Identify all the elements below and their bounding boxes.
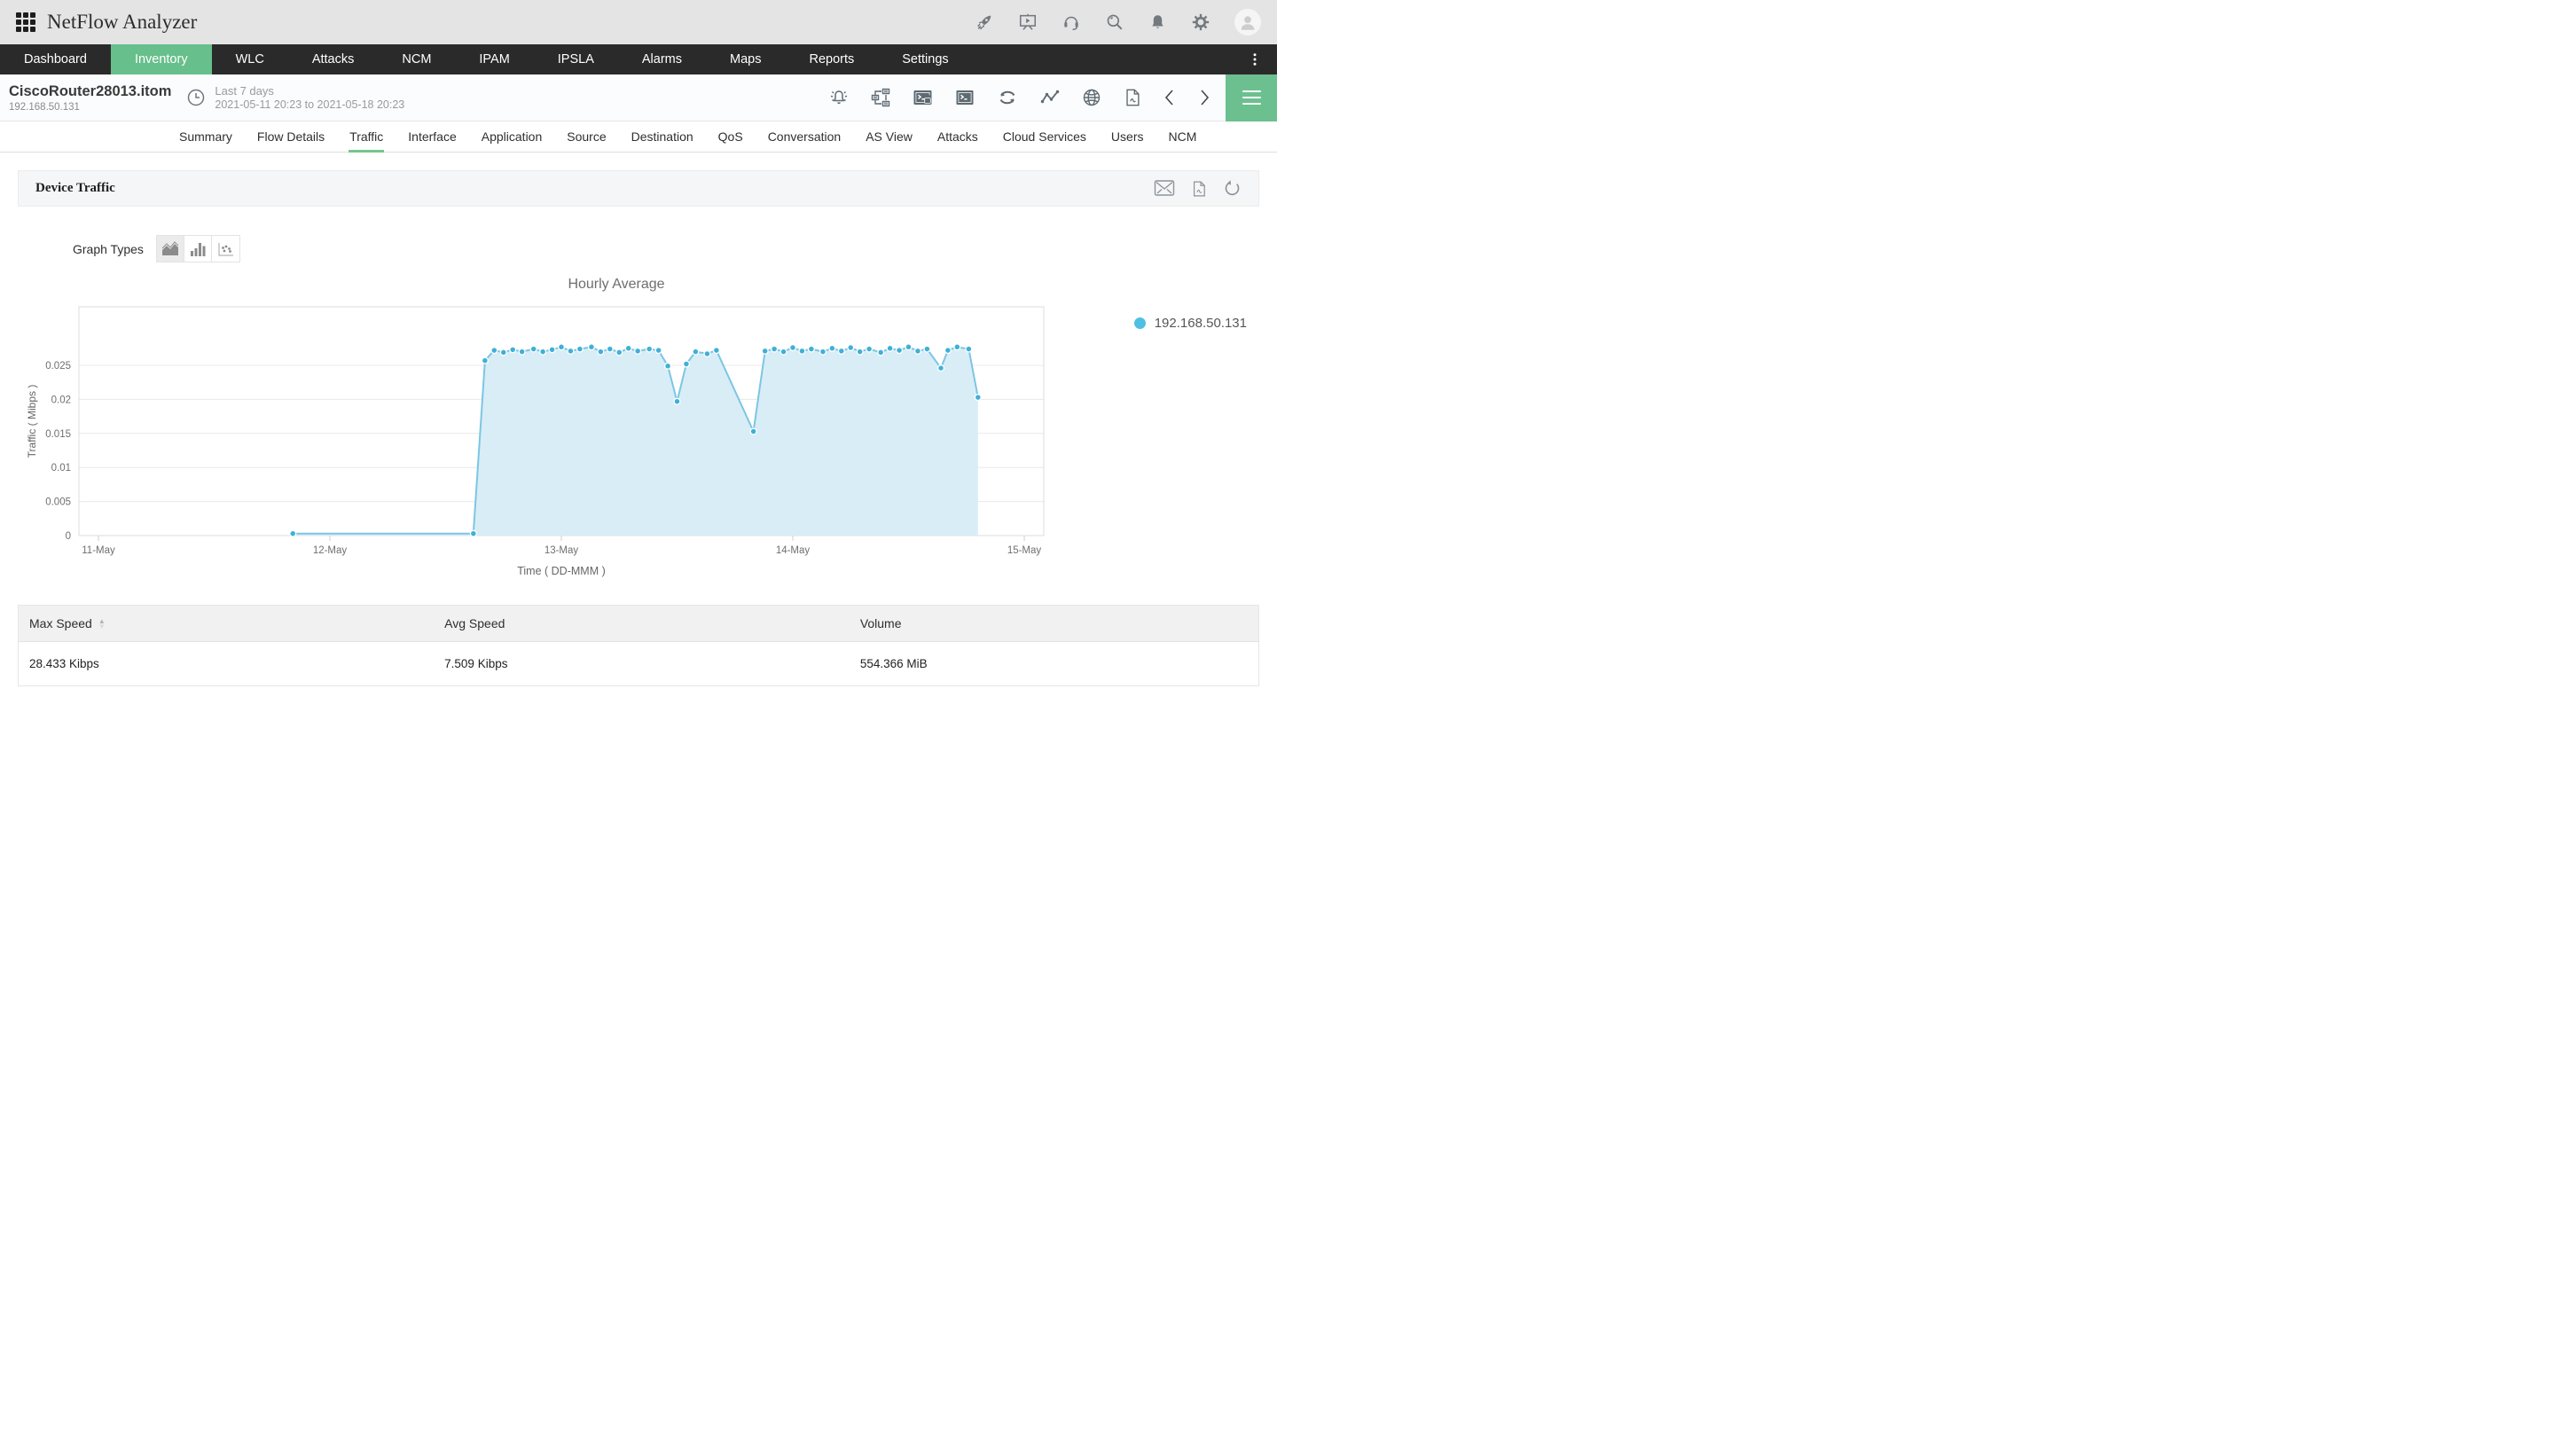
svg-text:13-May: 13-May (544, 545, 579, 556)
volume-value: 554.366 MiB (850, 642, 1259, 686)
secure-terminal-icon[interactable] (912, 87, 934, 108)
settings-gear-icon[interactable] (1191, 12, 1210, 32)
time-range-selector[interactable]: Last 7 days 2021-05-11 20:23 to 2021-05-… (185, 84, 404, 112)
email-icon[interactable] (1154, 179, 1175, 199)
chevron-right-icon[interactable] (1197, 87, 1211, 108)
nav-item-ipam[interactable]: IPAM (455, 44, 533, 74)
time-range-label: Last 7 days (215, 84, 404, 98)
traffic-summary-table: Max Speed▲▼ Avg Speed Volume 28.433 Kibp… (18, 605, 1259, 686)
svg-text:0.005: 0.005 (45, 497, 71, 508)
tab-application[interactable]: Application (469, 121, 555, 152)
svg-text:0.02: 0.02 (51, 395, 71, 405)
max-speed-value: 28.433 Kibps (19, 642, 435, 686)
notifications-bell-icon[interactable] (1148, 13, 1167, 32)
traffic-graph-icon[interactable] (1039, 87, 1061, 108)
table-row: 28.433 Kibps 7.509 Kibps 554.366 MiB (19, 642, 1259, 686)
svg-text:14-May: 14-May (776, 545, 811, 556)
rocket-icon[interactable] (975, 12, 994, 32)
user-avatar[interactable] (1234, 9, 1261, 35)
nav-item-reports[interactable]: Reports (785, 44, 878, 74)
nav-item-attacks[interactable]: Attacks (288, 44, 379, 74)
svg-text:12-May: 12-May (313, 545, 348, 556)
legend-dot (1134, 317, 1146, 329)
nav-item-dashboard[interactable]: Dashboard (0, 44, 111, 74)
terminal-icon[interactable] (954, 87, 975, 108)
tab-qos[interactable]: QoS (706, 121, 756, 152)
svg-text:15-May: 15-May (1007, 545, 1042, 556)
main-nav: Dashboard Inventory WLC Attacks NCM IPAM… (0, 44, 1277, 74)
svg-text:0.025: 0.025 (45, 361, 71, 372)
nav-item-ncm[interactable]: NCM (378, 44, 455, 74)
device-subtabs: Summary Flow Details Traffic Interface A… (0, 121, 1277, 153)
column-header-avg-speed[interactable]: Avg Speed (434, 606, 850, 642)
chevron-left-icon[interactable] (1163, 87, 1177, 108)
workflow-icon[interactable] (870, 87, 891, 108)
hamburger-menu-button[interactable] (1226, 74, 1277, 121)
page: NetFlow Analyzer (0, 0, 1277, 728)
nav-item-ipsla[interactable]: IPSLA (534, 44, 618, 74)
graph-type-area-button[interactable] (157, 236, 184, 262)
svg-text:0: 0 (66, 531, 71, 542)
video-tutorial-icon[interactable] (1018, 12, 1038, 32)
avg-speed-value: 7.509 Kibps (434, 642, 850, 686)
sort-icon: ▲▼ (98, 619, 106, 630)
legend-label: 192.168.50.131 (1155, 316, 1247, 331)
time-range-detail: 2021-05-11 20:23 to 2021-05-18 20:23 (215, 98, 404, 112)
search-icon[interactable] (1105, 12, 1124, 32)
nav-overflow-kebab-icon[interactable] (1233, 44, 1277, 74)
top-bar: NetFlow Analyzer (0, 0, 1277, 44)
graph-type-scatter-button[interactable] (212, 236, 239, 262)
tab-users[interactable]: Users (1099, 121, 1156, 152)
nav-item-wlc[interactable]: WLC (212, 44, 288, 74)
alarm-icon[interactable] (828, 87, 850, 108)
support-headset-icon[interactable] (1062, 12, 1081, 32)
device-ip: 192.168.50.131 (9, 102, 171, 113)
pdf-export-icon[interactable] (1190, 179, 1208, 199)
nav-item-alarms[interactable]: Alarms (618, 44, 706, 74)
tab-ncm[interactable]: NCM (1156, 121, 1209, 152)
legend-item[interactable]: 192.168.50.131 (1134, 316, 1247, 331)
svg-text:Time ( DD-MMM ): Time ( DD-MMM ) (517, 565, 606, 577)
refresh-icon[interactable] (1223, 179, 1242, 199)
nav-item-settings[interactable]: Settings (878, 44, 972, 74)
column-header-volume[interactable]: Volume (850, 606, 1259, 642)
column-header-max-speed[interactable]: Max Speed▲▼ (19, 606, 435, 642)
svg-text:0.015: 0.015 (45, 429, 71, 440)
globe-icon[interactable] (1081, 87, 1102, 108)
apps-grid-icon[interactable] (16, 12, 35, 32)
graph-types-label: Graph Types (73, 242, 144, 256)
device-name: CiscoRouter28013.itom (9, 83, 171, 99)
tab-attacks[interactable]: Attacks (925, 121, 991, 152)
chart-block: Hourly Average 0 0.005 0.01 0.015 0.02 0.025 1… (18, 277, 1259, 582)
tab-cloud-services[interactable]: Cloud Services (991, 121, 1099, 152)
device-traffic-chart: 0 0.005 0.01 0.015 0.02 0.025 11-May 12-May 13-M… (18, 296, 1259, 582)
device-header: CiscoRouter28013.itom 192.168.50.131 Las… (0, 74, 1277, 121)
svg-text:11-May: 11-May (82, 545, 115, 556)
nav-item-inventory[interactable]: Inventory (111, 44, 212, 74)
tab-flow-details[interactable]: Flow Details (245, 121, 337, 152)
app-title: NetFlow Analyzer (47, 11, 197, 34)
tab-as-view[interactable]: AS View (853, 121, 925, 152)
tab-source[interactable]: Source (554, 121, 618, 152)
graph-type-bar-button[interactable] (184, 236, 212, 262)
panel-title: Device Traffic (35, 181, 115, 196)
nav-item-maps[interactable]: Maps (706, 44, 785, 74)
tab-summary[interactable]: Summary (167, 121, 245, 152)
clock-icon (185, 87, 207, 108)
tab-conversation[interactable]: Conversation (756, 121, 854, 152)
tab-destination[interactable]: Destination (619, 121, 706, 152)
pdf-icon[interactable] (1123, 87, 1142, 108)
chart-title: Hourly Average (18, 277, 1215, 293)
tab-interface[interactable]: Interface (396, 121, 468, 152)
graph-types-row: Graph Types (18, 235, 1259, 262)
loop-icon[interactable] (996, 87, 1019, 108)
tab-traffic[interactable]: Traffic (337, 121, 396, 152)
device-traffic-panel-header: Device Traffic (18, 170, 1259, 207)
svg-text:Traffic ( Mibps ): Traffic ( Mibps ) (26, 385, 38, 458)
svg-text:0.01: 0.01 (51, 463, 71, 474)
